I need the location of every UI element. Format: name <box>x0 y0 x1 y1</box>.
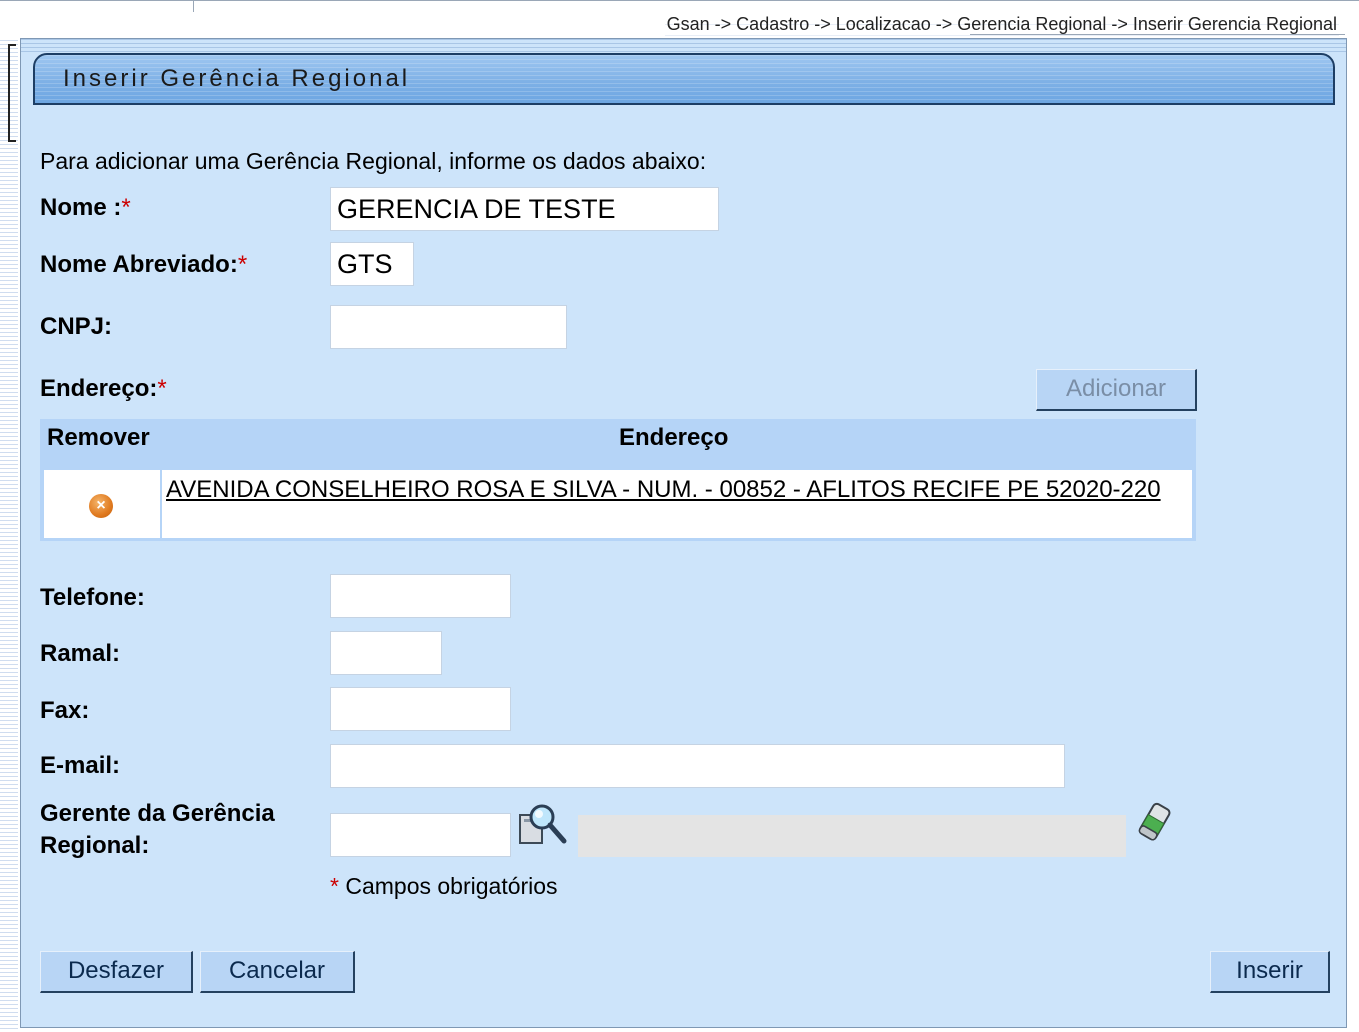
desfazer-button[interactable]: Desfazer <box>40 951 193 993</box>
required-mark: * <box>157 375 167 402</box>
telefone-input[interactable] <box>330 574 511 618</box>
form-panel: Inserir Gerência Regional Para adicionar… <box>20 38 1347 1028</box>
intro-text: Para adicionar uma Gerência Regional, in… <box>40 148 707 174</box>
email-label: E-mail: <box>40 752 121 779</box>
nome-abreviado-input[interactable] <box>330 242 414 286</box>
required-mark: * <box>121 194 131 221</box>
left-stripe-margin <box>0 40 18 1032</box>
cancelar-button[interactable]: Cancelar <box>200 951 355 993</box>
breadcrumb-underline <box>970 34 1345 35</box>
page-title: Inserir Gerência Regional <box>63 65 411 92</box>
ramal-input[interactable] <box>330 631 442 675</box>
address-table: Remover Endereço × AVENIDA CONSELHEIRO R… <box>40 419 1196 541</box>
required-mark: * <box>237 251 248 278</box>
table-row: × AVENIDA CONSELHEIRO ROSA E SILVA - NUM… <box>44 470 1192 538</box>
required-mark: * <box>330 873 339 899</box>
fax-input[interactable] <box>330 687 511 731</box>
footnote-text: Campos obrigatórios <box>345 873 558 899</box>
telefone-label: Telefone: <box>40 584 145 611</box>
nome-label: Nome :* <box>40 194 131 222</box>
table-header-endereco: Endereço <box>619 424 729 451</box>
top-border <box>0 0 1359 1</box>
fax-label: Fax: <box>40 697 90 724</box>
magnifier-search-icon[interactable] <box>518 801 570 849</box>
eraser-icon[interactable] <box>1135 801 1175 845</box>
remove-icon[interactable]: × <box>89 494 113 518</box>
nome-label-text: Nome : <box>40 194 122 221</box>
email-input[interactable] <box>330 744 1065 788</box>
required-fields-note: * Campos obrigatórios <box>330 873 558 900</box>
top-border-tick <box>193 0 194 12</box>
inserir-button[interactable]: Inserir <box>1210 951 1330 993</box>
title-bar: Inserir Gerência Regional <box>33 53 1335 105</box>
cnpj-label: CNPJ: <box>40 313 113 340</box>
table-header-remover: Remover <box>47 424 150 451</box>
gerente-code-input[interactable] <box>330 813 511 857</box>
address-link[interactable]: AVENIDA CONSELHEIRO ROSA E SILVA - NUM. … <box>166 474 1166 505</box>
adicionar-button[interactable]: Adicionar <box>1036 369 1197 411</box>
gerente-label: Gerente da Gerência Regional: <box>40 798 275 862</box>
gerente-label-line2: Regional: <box>40 832 150 859</box>
nome-abreviado-label: Nome Abreviado:* <box>40 251 247 279</box>
ramal-label: Ramal: <box>40 640 121 667</box>
cnpj-input[interactable] <box>330 305 567 349</box>
column-divider <box>160 470 162 538</box>
gerente-name-display <box>578 815 1126 857</box>
endereco-label: Endereço:* <box>40 375 167 403</box>
nome-input[interactable] <box>330 187 719 231</box>
panel-top-stripes <box>21 39 1346 53</box>
left-bracket-decoration <box>8 44 16 142</box>
nome-abreviado-label-text: Nome Abreviado: <box>40 251 238 278</box>
gerente-label-line1: Gerente da Gerência <box>40 800 275 827</box>
endereco-label-text: Endereço: <box>40 375 158 402</box>
